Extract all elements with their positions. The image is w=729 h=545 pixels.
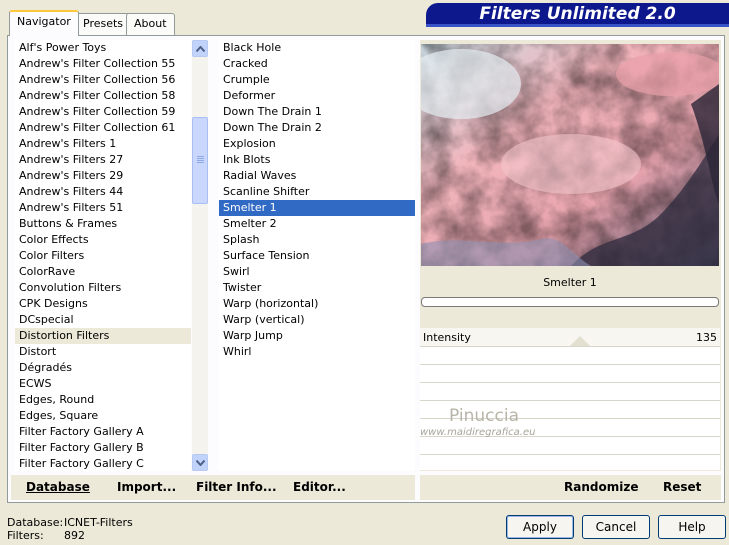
category-list-item[interactable]: Filter Factory Gallery B	[15, 440, 191, 456]
category-list-item[interactable]: Andrew's Filter Collection 56	[15, 72, 191, 88]
filter-list-item[interactable]: Down The Drain 1	[219, 104, 415, 120]
filter-list-item[interactable]: Surface Tension	[219, 248, 415, 264]
category-list[interactable]: Alf's Power Toys Andrew's Filter Collecti…	[15, 40, 191, 471]
category-list-item[interactable]: Andrew's Filter Collection 59	[15, 104, 191, 120]
filter-list-item[interactable]: Smelter 2	[219, 216, 415, 232]
filter-list[interactable]: Black Hole Cracked Crumple Deformer Down The…	[219, 40, 415, 471]
cancel-button[interactable]: Cancel	[582, 515, 650, 539]
category-list-item[interactable]: Andrew's Filter Collection 61	[15, 120, 191, 136]
category-list-item[interactable]: Andrew's Filters 1	[15, 136, 191, 152]
database-button[interactable]: Database	[26, 480, 90, 494]
category-list-item[interactable]: DCspecial	[15, 312, 191, 328]
filter-list-item[interactable]: Radial Waves	[219, 168, 415, 184]
chevron-up-icon	[195, 45, 205, 52]
filter-list-item[interactable]: Whirl	[219, 344, 415, 360]
randomize-button[interactable]: Randomize	[564, 480, 638, 494]
filter-list-item[interactable]: Warp Jump	[219, 328, 415, 344]
filter-list-item[interactable]: Splash	[219, 232, 415, 248]
parameter-sliders[interactable]: Intensity 135	[420, 328, 720, 470]
chevron-down-icon	[195, 459, 205, 466]
param-value: 135	[696, 331, 717, 344]
category-list-item[interactable]: Filter Factory Gallery C	[15, 456, 191, 471]
category-list-item[interactable]: CPK Designs	[15, 296, 191, 312]
param-label: Intensity	[423, 331, 471, 344]
left-toolbar: Database Import... Filter Info... Editor…	[11, 475, 415, 500]
database-label: Database:	[7, 516, 64, 529]
database-value: ICNET-Filters	[64, 516, 133, 529]
category-scrollbar[interactable]	[192, 40, 208, 471]
category-list-item[interactable]: Edges, Round	[15, 392, 191, 408]
category-list-item[interactable]: Andrew's Filters 27	[15, 152, 191, 168]
category-list-item[interactable]: Andrew's Filters 29	[15, 168, 191, 184]
current-filter-name: Smelter 1	[543, 276, 597, 289]
watermark-name: Pinuccia	[449, 406, 519, 426]
filter-list-item[interactable]: Crumple	[219, 72, 415, 88]
slider-thumb-icon[interactable]	[570, 336, 590, 346]
filter-list-item[interactable]: Black Hole	[219, 40, 415, 56]
import-button[interactable]: Import...	[117, 480, 176, 494]
progress-bar	[421, 297, 719, 307]
category-list-item[interactable]: Filter Factory Gallery A	[15, 424, 191, 440]
scroll-thumb[interactable]	[192, 117, 208, 204]
reset-button[interactable]: Reset	[663, 480, 701, 494]
preview-image	[421, 44, 719, 266]
filter-list-item[interactable]: Warp (horizontal)	[219, 296, 415, 312]
filter-list-item[interactable]: Warp (vertical)	[219, 312, 415, 328]
category-list-item[interactable]: Buttons & Frames	[15, 216, 191, 232]
filter-info-button[interactable]: Filter Info...	[196, 480, 277, 494]
filter-list-item[interactable]: Down The Drain 2	[219, 120, 415, 136]
category-list-item[interactable]: Andrew's Filter Collection 55	[15, 56, 191, 72]
help-button[interactable]: Help	[658, 515, 726, 539]
category-list-item[interactable]: Color Filters	[15, 248, 191, 264]
filter-list-item[interactable]: Ink Blots	[219, 152, 415, 168]
category-list-item[interactable]: ColorRave	[15, 264, 191, 280]
filter-list-item[interactable]: Smelter 1	[219, 200, 415, 216]
tab-navigator[interactable]: Navigator	[9, 10, 79, 36]
apply-button[interactable]: Apply	[506, 515, 574, 539]
category-list-item[interactable]: Alf's Power Toys	[15, 40, 191, 56]
category-list-item[interactable]: Andrew's Filters 51	[15, 200, 191, 216]
editor-button[interactable]: Editor...	[293, 480, 346, 494]
filters-count-value: 892	[64, 529, 85, 542]
filter-list-item[interactable]: Twister	[219, 280, 415, 296]
category-list-item[interactable]: Distortion Filters	[15, 328, 191, 344]
filters-count-label: Filters:	[7, 529, 44, 542]
category-list-item[interactable]: Andrew's Filters 44	[15, 184, 191, 200]
category-list-item[interactable]: Color Effects	[15, 232, 191, 248]
category-list-item[interactable]: Edges, Square	[15, 408, 191, 424]
scroll-up-button[interactable]	[192, 40, 208, 57]
tab-about[interactable]: About	[126, 13, 175, 35]
filter-list-item[interactable]: Swirl	[219, 264, 415, 280]
right-toolbar: Randomize Reset	[420, 475, 721, 500]
category-list-item[interactable]: ECWS	[15, 376, 191, 392]
watermark-url: www.maidiregrafica.eu	[420, 427, 536, 438]
filter-list-item[interactable]: Scanline Shifter	[219, 184, 415, 200]
category-list-item[interactable]: Andrew's Filter Collection 58	[15, 88, 191, 104]
category-list-item[interactable]: Distort	[15, 344, 191, 360]
tab-presets[interactable]: Presets	[75, 13, 132, 35]
category-list-item[interactable]: Convolution Filters	[15, 280, 191, 296]
filter-list-item[interactable]: Deformer	[219, 88, 415, 104]
filter-list-item[interactable]: Cracked	[219, 56, 415, 72]
filter-list-item[interactable]: Explosion	[219, 136, 415, 152]
app-title-banner: Filters Unlimited 2.0	[426, 3, 729, 26]
scroll-down-button[interactable]	[192, 454, 208, 471]
category-list-item[interactable]: Dégradés	[15, 360, 191, 376]
banner-underline	[426, 24, 729, 27]
